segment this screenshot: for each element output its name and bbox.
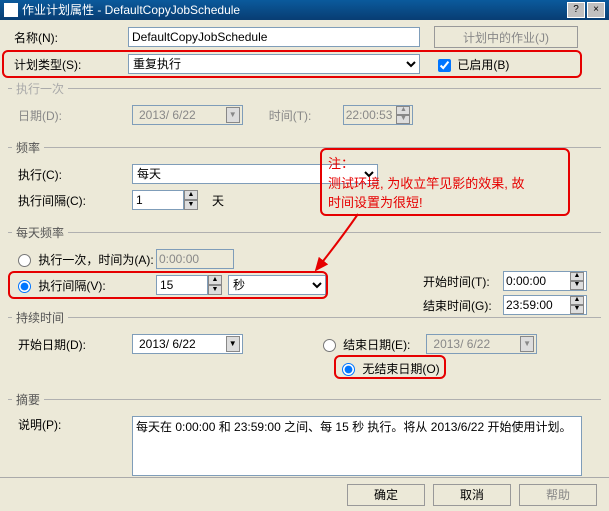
once-time-label: 时间(T): <box>263 107 343 124</box>
daily-frequency-fieldset: 每天频率 执行一次，时间为(A): 0:00:00 执行间隔(V): ▲▼ 秒 <box>8 224 601 303</box>
enabled-checkbox-label[interactable]: 已启用(B) <box>438 56 509 73</box>
daily-once-radio-label[interactable]: 执行一次，时间为(A): <box>12 251 156 268</box>
duration-legend: 持续时间 <box>12 309 68 326</box>
daily-frequency-legend: 每天频率 <box>12 224 68 241</box>
end-date-input: 2013/ 6/22▼ <box>426 334 537 354</box>
daily-once-time: 0:00:00 <box>156 249 234 269</box>
execute-once-fieldset: 执行一次 日期(D): 2013/ 6/22▼ 时间(T): 22:00:53▲… <box>8 80 601 133</box>
daily-interval-spinner[interactable]: ▲▼ <box>156 275 222 295</box>
spin-up-icon[interactable]: ▲ <box>208 275 222 285</box>
summary-textarea: 每天在 0:00:00 和 23:59:00 之间、每 15 秒 执行。将从 2… <box>132 416 582 476</box>
start-date-input[interactable]: 2013/ 6/22▼ <box>132 334 243 354</box>
schedule-type-label: 计划类型(S): <box>8 56 128 73</box>
freq-interval-unit: 天 <box>212 192 224 209</box>
no-end-date-radio-label[interactable]: 无结束日期(O) <box>342 362 440 376</box>
daily-once-radio[interactable] <box>18 254 31 267</box>
name-input[interactable] <box>128 27 420 47</box>
daily-start-time[interactable]: 0:00:00▲▼ <box>503 271 587 291</box>
once-date-input: 2013/ 6/22▼ <box>132 105 243 125</box>
freq-interval-input[interactable] <box>132 190 184 210</box>
dialog-footer: 确定 取消 帮助 <box>0 477 609 511</box>
enabled-checkbox[interactable] <box>438 59 451 72</box>
once-time-input: 22:00:53▲▼ <box>343 105 414 125</box>
titlebar: 作业计划属性 - DefaultCopyJobSchedule ? × <box>0 0 609 20</box>
duration-fieldset: 持续时间 开始日期(D): 2013/ 6/22▼ 结束日期(E): 2013/… <box>8 309 601 385</box>
freq-interval-label: 执行间隔(C): <box>12 192 132 209</box>
app-icon <box>4 3 18 17</box>
frequency-legend: 频率 <box>12 139 44 156</box>
daily-interval-radio-label[interactable]: 执行间隔(V): <box>12 277 156 294</box>
spin-up-icon[interactable]: ▲ <box>184 190 198 200</box>
execute-once-legend: 执行一次 <box>12 80 68 97</box>
help-button: 帮助 <box>519 484 597 506</box>
jobs-in-schedule-button: 计划中的作业(J) <box>434 26 578 48</box>
start-date-label: 开始日期(D): <box>12 336 132 353</box>
frequency-fieldset: 频率 执行(C): 每天 执行间隔(C): ▲▼ 天 <box>8 139 601 218</box>
daily-interval-radio[interactable] <box>18 280 31 293</box>
help-window-btn[interactable]: ? <box>567 2 585 18</box>
daily-interval-unit-select[interactable]: 秒 <box>228 275 326 295</box>
freq-interval-spinner[interactable]: ▲▼ <box>132 190 198 210</box>
freq-exec-select[interactable]: 每天 <box>132 164 378 184</box>
end-date-radio-label[interactable]: 结束日期(E): <box>323 338 411 352</box>
close-window-btn[interactable]: × <box>587 2 605 18</box>
daily-interval-input[interactable] <box>156 275 208 295</box>
name-label: 名称(N): <box>8 29 128 46</box>
spin-down-icon[interactable]: ▼ <box>208 285 222 295</box>
summary-legend: 摘要 <box>12 391 44 408</box>
daily-start-label: 开始时间(T): <box>423 273 503 290</box>
dialog-content: 名称(N): 计划中的作业(J) 计划类型(S): 重复执行 已启用(B) 执行… <box>0 20 609 511</box>
freq-exec-label: 执行(C): <box>12 166 132 183</box>
ok-button[interactable]: 确定 <box>347 484 425 506</box>
summary-fieldset: 摘要 说明(P): 每天在 0:00:00 和 23:59:00 之间、每 15… <box>8 391 601 484</box>
once-date-label: 日期(D): <box>12 107 132 124</box>
window-title: 作业计划属性 - DefaultCopyJobSchedule <box>22 0 565 20</box>
spin-down-icon[interactable]: ▼ <box>184 200 198 210</box>
schedule-type-select[interactable]: 重复执行 <box>128 54 420 74</box>
summary-label: 说明(P): <box>12 416 132 433</box>
no-end-date-radio[interactable] <box>342 363 355 376</box>
end-date-radio[interactable] <box>323 339 336 352</box>
cancel-button[interactable]: 取消 <box>433 484 511 506</box>
